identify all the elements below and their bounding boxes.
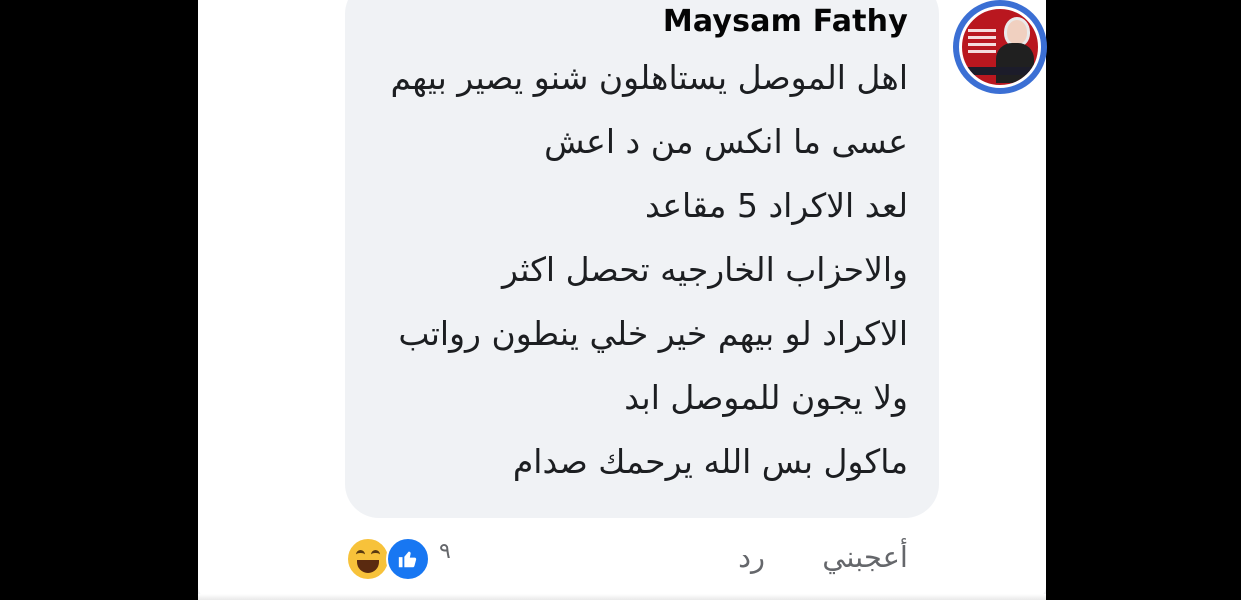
like-button[interactable]: أعجبني — [822, 540, 908, 574]
comment-line: ولا يجون للموصل ابد — [624, 378, 908, 417]
comment-line: اهل الموصل يستاهلون شنو يصير بيهم — [390, 58, 908, 97]
avatar-body — [996, 43, 1034, 83]
like-icon — [386, 537, 430, 581]
comment-line: والاحزاب الخارجيه تحصل اكثر — [502, 250, 908, 289]
reply-button[interactable]: رد — [738, 540, 765, 574]
comment-author-name[interactable]: Maysam Fathy — [663, 4, 908, 39]
reaction-summary[interactable]: ٩ — [346, 537, 476, 583]
comment-line: لعد الاكراد 5 مقاعد — [645, 186, 908, 225]
comment-text: اهل الموصل يستاهلون شنو يصير بيهم عسى ما… — [368, 46, 908, 494]
panel-bottom-edge — [198, 594, 1046, 600]
avatar-poster-text — [968, 29, 996, 59]
author-avatar[interactable] — [953, 0, 1047, 94]
right-black-border — [1046, 0, 1241, 600]
reaction-count: ٩ — [439, 539, 451, 564]
haha-icon — [346, 537, 390, 581]
left-black-border — [0, 0, 198, 600]
avatar-photo — [959, 6, 1041, 88]
comment-line: ماكول بس الله يرحمك صدام — [512, 442, 908, 481]
comment-line: الاكراد لو بيهم خير خلي ينطون رواتب — [398, 314, 908, 353]
avatar-banner — [962, 67, 1038, 75]
comment-actions: أعجبني رد — [690, 540, 908, 574]
comment-line: عسى ما انكس من د اعش — [544, 122, 908, 161]
